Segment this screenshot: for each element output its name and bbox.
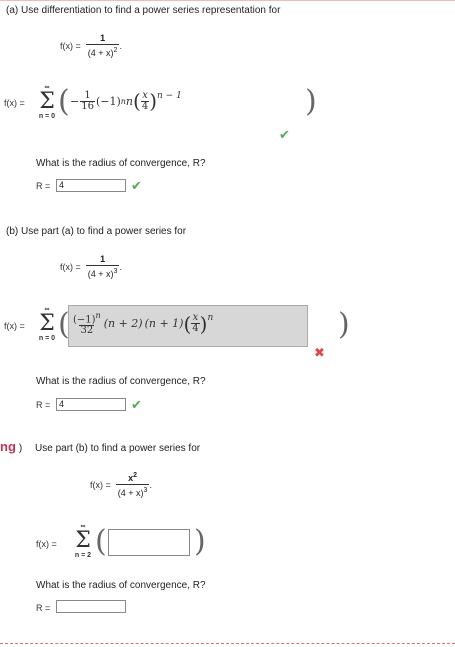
part-a-den-base: (4 + x) (87, 48, 114, 58)
part-a-open-paren: ( (58, 84, 70, 119)
part-c-function: f(x) = x2 (4 + x)3 . (90, 470, 152, 499)
top-border (0, 0, 455, 1)
part-c-fraction: x2 (4 + x)3 (115, 470, 150, 499)
part-a-ans-exp: n − 1 (157, 91, 182, 101)
part-b-num-base: (−1) (73, 314, 96, 326)
sigma-icon: Σ (75, 528, 91, 553)
part-a-inner-close: ) (149, 89, 158, 113)
part-a-prompt: (a) Use differentiation to find a power … (6, 5, 281, 16)
part-b-x-den: 4 (191, 323, 200, 335)
part-b-summation: ∞ Σ n = 0 (36, 305, 58, 343)
part-c-marker: ) (18, 443, 23, 454)
part-a-radius-label: R = (36, 181, 51, 191)
part-c-num-exp: 2 (133, 472, 138, 479)
part-c-f-label: f(x) = (90, 479, 111, 490)
part-b-inner-close: ) (199, 311, 208, 336)
part-b-factor2: (n + 1) (144, 317, 184, 331)
part-c-radius-question: What is the radius of convergence, R? (36, 580, 206, 591)
part-b-ans-den: 32 (79, 325, 95, 337)
part-a-ans-mult: n (125, 94, 134, 108)
part-c-radius-input[interactable] (56, 600, 126, 613)
part-c-sum-label: f(x) = (36, 539, 57, 549)
part-a-den-exp: 2 (113, 47, 118, 54)
part-c-sum-lower: n = 2 (74, 552, 92, 559)
part-b-ans-frac: (−1)n 32 (73, 311, 101, 336)
part-a-ans-sign: − (70, 94, 80, 108)
part-b-denominator: (4 + x)3 (85, 265, 120, 280)
part-b-ans-num: (−1)n (73, 311, 101, 325)
part-c-prompt: Use part (b) to find a power series for (35, 443, 201, 454)
part-a-denominator: (4 + x)2 (85, 44, 120, 59)
part-c-den-base: (4 + x) (117, 488, 144, 498)
part-b-fraction: 1 (4 + x)3 (85, 254, 120, 280)
part-b-answer-box[interactable]: (−1)n 32 (n + 2) (n + 1) ( x4 ) n (68, 305, 308, 347)
part-a-radius-input[interactable]: 4 (56, 179, 126, 192)
part-a-ans-xfrac: x4 (140, 89, 150, 112)
part-b-cross-icon: ✖ (314, 345, 325, 360)
part-a-sum-lower: n = 0 (38, 113, 56, 120)
part-a-period: . (119, 41, 122, 51)
part-b-num-pow: n (95, 311, 101, 320)
part-c-den-exp: 3 (143, 487, 148, 494)
part-b-radius-check-icon: ✔ (131, 397, 142, 412)
part-c-prefix: ng (0, 439, 16, 454)
part-c-denominator: (4 + x)3 (115, 484, 150, 499)
part-b-radius-input[interactable]: 4 (56, 398, 126, 411)
part-b-radius-label: R = (36, 400, 51, 410)
part-a-sum-label: f(x) = (4, 98, 25, 108)
part-c-radius-label: R = (36, 603, 51, 613)
part-b-ans-xfrac: x4 (191, 312, 200, 335)
part-c-open-paren: ( (95, 524, 107, 559)
part-a-answer: − 1 16 (−1) n n ( x4 ) n − 1 (70, 89, 182, 113)
part-b-ans-exp: n (207, 313, 214, 323)
part-b-inner-open: ( (183, 311, 192, 336)
part-b-factor1: (n + 2) (103, 317, 143, 331)
part-b-x-num: x (192, 312, 199, 324)
part-a-x-num: x (142, 89, 148, 101)
sigma-icon: Σ (39, 311, 55, 336)
part-a-radius-check-icon: ✔ (131, 178, 142, 193)
part-a-check-icon: ✔ (279, 127, 290, 142)
part-c-close-paren: ) (194, 524, 206, 559)
part-a-numerator: 1 (100, 33, 106, 43)
part-b-den-exp: 3 (113, 268, 118, 275)
part-c-period: . (149, 479, 152, 490)
part-a-summation: ∞ Σ n = 0 (36, 83, 58, 121)
part-b-numerator: 1 (100, 254, 106, 264)
part-b-radius-question: What is the radius of convergence, R? (36, 376, 206, 387)
part-a-ans-coef: 1 16 (80, 89, 95, 112)
part-b-close-paren: ) (338, 307, 350, 342)
sigma-icon: Σ (39, 89, 55, 114)
part-b-function: f(x) = 1 (4 + x)3 . (60, 254, 122, 280)
part-c-answer-input[interactable] (108, 529, 190, 556)
part-a-x-den: 4 (140, 100, 150, 112)
part-a-radius-question: What is the radius of convergence, R? (36, 158, 206, 169)
part-c-summation: ∞ Σ n = 2 (72, 522, 94, 560)
part-a-function: f(x) = 1 (4 + x)2 . (60, 33, 122, 59)
bottom-dashed-border (0, 643, 455, 644)
part-c-numerator: x2 (128, 470, 137, 484)
part-a-fraction: 1 (4 + x)2 (85, 33, 120, 59)
part-b-answer: (−1)n 32 (n + 2) (n + 1) ( x4 ) n (73, 311, 213, 336)
part-c-prompt-row: ng) Use part (b) to find a power series … (0, 439, 200, 454)
part-b-sum-label: f(x) = (4, 321, 25, 331)
part-a-coef-den: 16 (80, 100, 95, 112)
part-a-inner-open: ( (133, 89, 141, 113)
part-b-f-label: f(x) = (60, 262, 81, 272)
part-a-f-label: f(x) = (60, 41, 81, 51)
part-b-sum-lower: n = 0 (38, 335, 56, 342)
part-b-period: . (119, 262, 122, 272)
part-b-den-base: (4 + x) (87, 269, 114, 279)
part-a-close-paren: ) (305, 84, 317, 119)
part-a-coef-num: 1 (84, 89, 91, 101)
part-a-ans-base: (−1) (95, 94, 121, 108)
part-b-prompt: (b) Use part (a) to find a power series … (6, 226, 187, 237)
